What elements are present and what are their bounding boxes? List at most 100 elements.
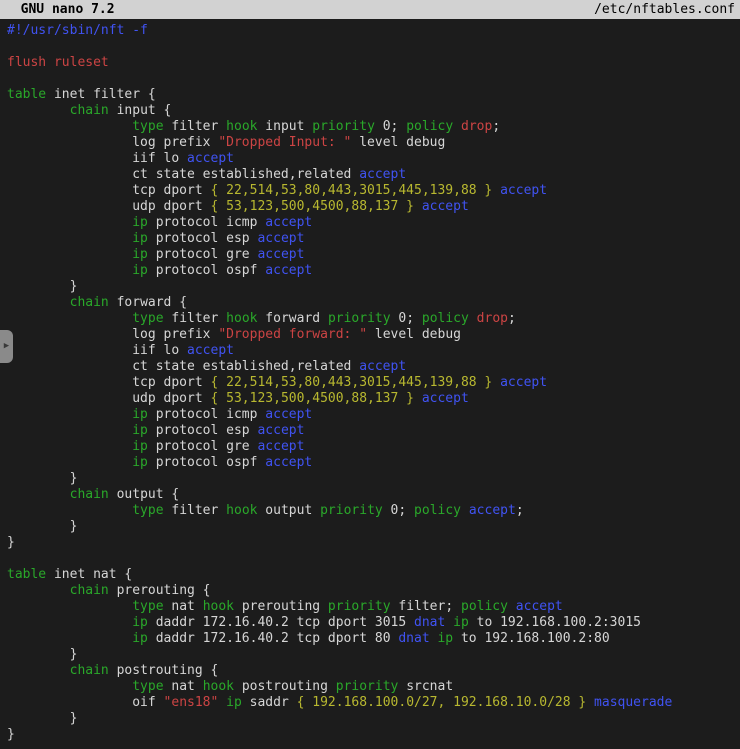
code-token <box>7 663 70 678</box>
terminal-screen: GNU nano 7.2 /etc/nftables.conf #!/usr/s… <box>0 0 740 743</box>
code-token: saddr <box>242 695 297 710</box>
code-token <box>492 375 500 390</box>
code-line: chain forward { <box>7 295 740 311</box>
code-token <box>7 311 132 326</box>
code-line: chain prerouting { <box>7 583 740 599</box>
code-token <box>461 503 469 518</box>
code-token: accept <box>500 183 547 198</box>
code-token <box>7 679 132 694</box>
code-token: ip <box>132 439 148 454</box>
code-token: policy <box>414 503 461 518</box>
code-token <box>218 695 226 710</box>
code-token: prerouting <box>234 599 328 614</box>
code-token: ip <box>132 615 148 630</box>
code-token: priority <box>328 311 391 326</box>
code-token: accept <box>257 439 304 454</box>
code-token: } <box>7 519 77 534</box>
code-token: ip <box>226 695 242 710</box>
code-token: protocol ospf <box>148 455 265 470</box>
code-token: ip <box>132 263 148 278</box>
code-token: input <box>257 119 312 134</box>
code-token: { 22,514,53,80,443,3015,445,139,88 } <box>211 375 493 390</box>
code-line: type nat hook postrouting priority srcna… <box>7 679 740 695</box>
code-token: ; <box>492 119 500 134</box>
code-token: chain <box>70 295 109 310</box>
code-line: ip protocol icmp accept <box>7 407 740 423</box>
code-token: hook <box>226 503 257 518</box>
code-line: type filter hook input priority 0; polic… <box>7 119 740 135</box>
code-line: #!/usr/sbin/nft -f <box>7 23 740 39</box>
code-token: level debug <box>367 327 461 342</box>
code-token <box>7 407 132 422</box>
code-token <box>7 455 132 470</box>
code-token: level debug <box>351 135 445 150</box>
code-line: ct state established,related accept <box>7 167 740 183</box>
code-token: policy <box>406 119 453 134</box>
code-token: type <box>132 119 163 134</box>
code-token: protocol icmp <box>148 215 265 230</box>
code-token: priority <box>320 503 383 518</box>
code-token: ct state established,related <box>7 167 359 182</box>
code-token: accept <box>359 359 406 374</box>
code-line: table inet nat { <box>7 567 740 583</box>
code-token: input { <box>109 103 172 118</box>
code-token: ip <box>132 407 148 422</box>
code-token: filter <box>164 503 227 518</box>
code-line: type filter hook output priority 0; poli… <box>7 503 740 519</box>
code-token <box>7 631 132 646</box>
code-token: accept <box>516 599 563 614</box>
code-token: drop <box>461 119 492 134</box>
code-token: accept <box>257 247 304 262</box>
code-token: tcp dport <box>7 183 211 198</box>
code-token: hook <box>226 311 257 326</box>
code-line: oif "ens18" ip saddr { 192.168.100.0/27,… <box>7 695 740 711</box>
code-token: ip <box>437 631 453 646</box>
code-token: protocol esp <box>148 423 258 438</box>
code-token: iif lo <box>7 343 187 358</box>
code-token: ip <box>132 631 148 646</box>
code-line: chain output { <box>7 487 740 503</box>
code-token: to 192.168.100.2:80 <box>453 631 610 646</box>
code-line: ip protocol icmp accept <box>7 215 740 231</box>
code-token: ip <box>132 231 148 246</box>
code-token: type <box>132 311 163 326</box>
code-token: filter <box>164 311 227 326</box>
code-line: ip protocol gre accept <box>7 247 740 263</box>
code-line: ip protocol esp accept <box>7 423 740 439</box>
code-token: type <box>132 679 163 694</box>
code-token: ; <box>516 503 524 518</box>
code-token <box>445 615 453 630</box>
code-token: protocol ospf <box>148 263 265 278</box>
editor-content[interactable]: #!/usr/sbin/nft -f flush ruleset table i… <box>0 19 740 743</box>
code-token: accept <box>265 455 312 470</box>
code-token: priority <box>328 599 391 614</box>
code-line: chain input { <box>7 103 740 119</box>
code-token: accept <box>257 231 304 246</box>
code-token: "ens18" <box>164 695 219 710</box>
code-line: log prefix "Dropped Input: " level debug <box>7 135 740 151</box>
code-token: "Dropped Input: " <box>218 135 351 150</box>
code-line: } <box>7 647 740 663</box>
code-token: accept <box>359 167 406 182</box>
code-token <box>7 103 70 118</box>
code-token: chain <box>70 103 109 118</box>
code-token: postrouting <box>234 679 336 694</box>
panel-toggle-handle[interactable]: ▶ <box>0 330 13 363</box>
code-token: ip <box>132 423 148 438</box>
code-line: iif lo accept <box>7 343 740 359</box>
code-token: nat <box>164 599 203 614</box>
code-token: accept <box>422 199 469 214</box>
code-line: } <box>7 471 740 487</box>
code-token: daddr 172.16.40.2 tcp dport 80 <box>148 631 398 646</box>
code-line: type filter hook forward priority 0; pol… <box>7 311 740 327</box>
file-path: /etc/nftables.conf <box>594 2 735 17</box>
code-line: chain postrouting { <box>7 663 740 679</box>
code-token: priority <box>312 119 375 134</box>
code-token: 0; <box>383 503 414 518</box>
code-token <box>7 119 132 134</box>
code-token: } <box>7 711 77 726</box>
code-token <box>7 295 70 310</box>
code-token: accept <box>265 407 312 422</box>
code-token: srcnat <box>398 679 453 694</box>
code-token <box>586 695 594 710</box>
